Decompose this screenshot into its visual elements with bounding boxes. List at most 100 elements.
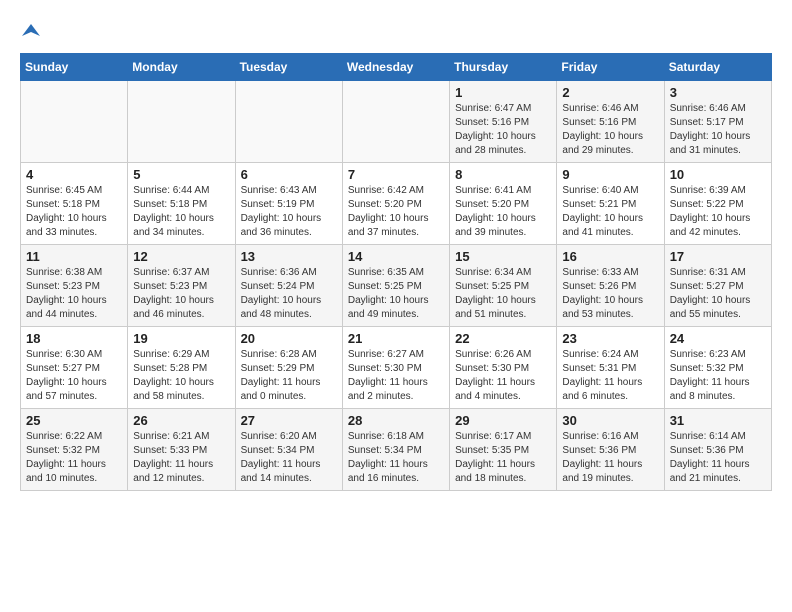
calendar-cell: 6 Sunrise: 6:43 AM Sunset: 5:19 PM Daylig… <box>235 163 342 245</box>
calendar-week-row: 11 Sunrise: 6:38 AM Sunset: 5:23 PM Dayli… <box>21 245 772 327</box>
calendar-cell: 18Sunrise: 6:30 AM Sunset: 5:27 PM Dayli… <box>21 327 128 409</box>
day-info: Sunrise: 6:35 AM Sunset: 5:25 PM Dayligh… <box>348 266 444 322</box>
calendar-header-monday: Monday <box>128 54 235 81</box>
calendar-header-row: SundayMondayTuesdayWednesdayThursdayFrid… <box>21 54 772 81</box>
day-info: Sunrise: 6:33 AM Sunset: 5:26 PM Dayligh… <box>562 266 658 322</box>
calendar-header-friday: Friday <box>557 54 664 81</box>
day-number: 19 <box>133 331 229 346</box>
day-info: Sunrise: 6:16 AM Sunset: 5:36 PM Dayligh… <box>562 430 658 486</box>
calendar-cell: 5 Sunrise: 6:44 AM Sunset: 5:18 PM Daylig… <box>128 163 235 245</box>
calendar-cell: 26Sunrise: 6:21 AM Sunset: 5:33 PM Dayli… <box>128 409 235 491</box>
day-info: Sunrise: 6:39 AM Sunset: 5:22 PM Dayligh… <box>670 184 766 240</box>
day-info: Sunrise: 6:40 AM Sunset: 5:21 PM Dayligh… <box>562 184 658 240</box>
day-number: 1 <box>455 85 551 100</box>
day-info: Sunrise: 6:27 AM Sunset: 5:30 PM Dayligh… <box>348 348 444 404</box>
day-info: Sunrise: 6:26 AM Sunset: 5:30 PM Dayligh… <box>455 348 551 404</box>
calendar-cell: 31 Sunrise: 6:14 AM Sunset: 5:36 PM Dayli… <box>664 409 771 491</box>
day-number: 11 <box>26 249 122 264</box>
day-number: 15 <box>455 249 551 264</box>
calendar-header-thursday: Thursday <box>450 54 557 81</box>
day-number: 14 <box>348 249 444 264</box>
day-number: 27 <box>241 413 337 428</box>
day-number: 12 <box>133 249 229 264</box>
day-info: Sunrise: 6:20 AM Sunset: 5:34 PM Dayligh… <box>241 430 337 486</box>
day-number: 31 <box>670 413 766 428</box>
day-info: Sunrise: 6:23 AM Sunset: 5:32 PM Dayligh… <box>670 348 766 404</box>
calendar-cell: 9 Sunrise: 6:40 AM Sunset: 5:21 PM Daylig… <box>557 163 664 245</box>
calendar-cell: 28Sunrise: 6:18 AM Sunset: 5:34 PM Dayli… <box>342 409 449 491</box>
day-number: 10 <box>670 167 766 182</box>
day-info: Sunrise: 6:24 AM Sunset: 5:31 PM Dayligh… <box>562 348 658 404</box>
calendar-cell: 17 Sunrise: 6:31 AM Sunset: 5:27 PM Dayli… <box>664 245 771 327</box>
day-number: 2 <box>562 85 658 100</box>
calendar-cell: 27 Sunrise: 6:20 AM Sunset: 5:34 PM Dayli… <box>235 409 342 491</box>
calendar-cell: 15 Sunrise: 6:34 AM Sunset: 5:25 PM Dayli… <box>450 245 557 327</box>
day-info: Sunrise: 6:34 AM Sunset: 5:25 PM Dayligh… <box>455 266 551 322</box>
day-number: 17 <box>670 249 766 264</box>
calendar-cell: 10 Sunrise: 6:39 AM Sunset: 5:22 PM Dayli… <box>664 163 771 245</box>
calendar-cell: 24 Sunrise: 6:23 AM Sunset: 5:32 PM Dayli… <box>664 327 771 409</box>
day-number: 20 <box>241 331 337 346</box>
day-info: Sunrise: 6:46 AM Sunset: 5:17 PM Dayligh… <box>670 102 766 158</box>
calendar-cell: 14 Sunrise: 6:35 AM Sunset: 5:25 PM Dayli… <box>342 245 449 327</box>
calendar-cell: 23 Sunrise: 6:24 AM Sunset: 5:31 PM Dayli… <box>557 327 664 409</box>
day-info: Sunrise: 6:41 AM Sunset: 5:20 PM Dayligh… <box>455 184 551 240</box>
calendar-cell <box>235 81 342 163</box>
logo <box>20 16 40 45</box>
day-info: Sunrise: 6:14 AM Sunset: 5:36 PM Dayligh… <box>670 430 766 486</box>
calendar-header-tuesday: Tuesday <box>235 54 342 81</box>
day-info: Sunrise: 6:45 AM Sunset: 5:18 PM Dayligh… <box>26 184 122 240</box>
day-number: 4 <box>26 167 122 182</box>
day-info: Sunrise: 6:44 AM Sunset: 5:18 PM Dayligh… <box>133 184 229 240</box>
calendar-week-row: 25Sunrise: 6:22 AM Sunset: 5:32 PM Dayli… <box>21 409 772 491</box>
day-number: 3 <box>670 85 766 100</box>
day-number: 13 <box>241 249 337 264</box>
day-number: 25 <box>26 413 122 428</box>
day-number: 18 <box>26 331 122 346</box>
day-number: 29 <box>455 413 551 428</box>
day-info: Sunrise: 6:38 AM Sunset: 5:23 PM Dayligh… <box>26 266 122 322</box>
calendar-cell <box>128 81 235 163</box>
calendar-header-sunday: Sunday <box>21 54 128 81</box>
day-number: 24 <box>670 331 766 346</box>
day-info: Sunrise: 6:37 AM Sunset: 5:23 PM Dayligh… <box>133 266 229 322</box>
calendar-week-row: 4 Sunrise: 6:45 AM Sunset: 5:18 PM Daylig… <box>21 163 772 245</box>
day-number: 16 <box>562 249 658 264</box>
calendar-cell: 22Sunrise: 6:26 AM Sunset: 5:30 PM Dayli… <box>450 327 557 409</box>
day-info: Sunrise: 6:43 AM Sunset: 5:19 PM Dayligh… <box>241 184 337 240</box>
day-number: 30 <box>562 413 658 428</box>
day-info: Sunrise: 6:42 AM Sunset: 5:20 PM Dayligh… <box>348 184 444 240</box>
day-info: Sunrise: 6:17 AM Sunset: 5:35 PM Dayligh… <box>455 430 551 486</box>
day-number: 7 <box>348 167 444 182</box>
calendar-week-row: 1Sunrise: 6:47 AM Sunset: 5:16 PM Daylig… <box>21 81 772 163</box>
calendar-header-wednesday: Wednesday <box>342 54 449 81</box>
calendar-header-saturday: Saturday <box>664 54 771 81</box>
calendar-cell: 16 Sunrise: 6:33 AM Sunset: 5:26 PM Dayli… <box>557 245 664 327</box>
calendar-cell: 19 Sunrise: 6:29 AM Sunset: 5:28 PM Dayli… <box>128 327 235 409</box>
calendar-cell: 12 Sunrise: 6:37 AM Sunset: 5:23 PM Dayli… <box>128 245 235 327</box>
day-info: Sunrise: 6:36 AM Sunset: 5:24 PM Dayligh… <box>241 266 337 322</box>
calendar-cell: 1Sunrise: 6:47 AM Sunset: 5:16 PM Daylig… <box>450 81 557 163</box>
day-number: 23 <box>562 331 658 346</box>
day-number: 21 <box>348 331 444 346</box>
calendar-cell: 21 Sunrise: 6:27 AM Sunset: 5:30 PM Dayli… <box>342 327 449 409</box>
calendar-cell: 4 Sunrise: 6:45 AM Sunset: 5:18 PM Daylig… <box>21 163 128 245</box>
day-number: 8 <box>455 167 551 182</box>
day-info: Sunrise: 6:29 AM Sunset: 5:28 PM Dayligh… <box>133 348 229 404</box>
day-number: 9 <box>562 167 658 182</box>
calendar-cell: 29 Sunrise: 6:17 AM Sunset: 5:35 PM Dayli… <box>450 409 557 491</box>
calendar-cell: 20Sunrise: 6:28 AM Sunset: 5:29 PM Dayli… <box>235 327 342 409</box>
day-info: Sunrise: 6:46 AM Sunset: 5:16 PM Dayligh… <box>562 102 658 158</box>
day-number: 5 <box>133 167 229 182</box>
day-info: Sunrise: 6:21 AM Sunset: 5:33 PM Dayligh… <box>133 430 229 486</box>
calendar-cell: 3 Sunrise: 6:46 AM Sunset: 5:17 PM Daylig… <box>664 81 771 163</box>
calendar-cell: 30 Sunrise: 6:16 AM Sunset: 5:36 PM Dayli… <box>557 409 664 491</box>
calendar-cell: 7 Sunrise: 6:42 AM Sunset: 5:20 PM Daylig… <box>342 163 449 245</box>
calendar-cell: 13 Sunrise: 6:36 AM Sunset: 5:24 PM Dayli… <box>235 245 342 327</box>
calendar: SundayMondayTuesdayWednesdayThursdayFrid… <box>20 53 772 491</box>
header <box>20 16 772 45</box>
day-info: Sunrise: 6:31 AM Sunset: 5:27 PM Dayligh… <box>670 266 766 322</box>
calendar-cell: 2 Sunrise: 6:46 AM Sunset: 5:16 PM Daylig… <box>557 81 664 163</box>
calendar-cell <box>342 81 449 163</box>
day-number: 6 <box>241 167 337 182</box>
